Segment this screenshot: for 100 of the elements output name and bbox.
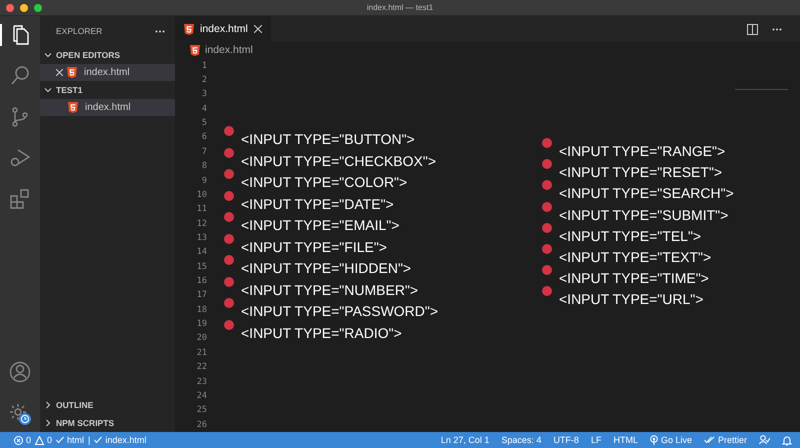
line-number: 18 [196,304,207,317]
editor-tab[interactable]: index.html [175,16,271,42]
line-number: 9 [202,174,207,188]
input-type-label: <INPUT TYPE="TIME"> [559,269,709,288]
chevron-right-icon[interactable] [44,419,52,427]
status-item[interactable]: Prettier [718,435,747,445]
check-icon [94,436,102,444]
file-item[interactable]: index.html [40,64,175,81]
line-number: 1 [202,60,207,73]
bullet-dot [224,148,234,158]
input-type-label: <INPUT TYPE="URL"> [559,290,704,308]
line-number: 11 [196,203,207,216]
input-type-label: <INPUT TYPE="RESET"> [559,163,722,182]
input-type-label: <INPUT TYPE="TEXT"> [559,248,712,266]
html-file-icon [68,102,78,113]
bullet-dot [542,265,552,276]
input-type-label: <INPUT TYPE="RANGE"> [559,142,726,160]
bullet-dot [542,180,552,190]
input-type-label: <INPUT TYPE="CHECKBOX"> [241,152,436,170]
bullet-dot [224,126,234,136]
input-type-label: <INPUT TYPE="RADIO"> [241,324,402,342]
section-header[interactable]: NPM SCRIPTS [40,414,175,432]
zoom-window-button[interactable] [34,4,42,12]
section-header[interactable]: OUTLINE [40,396,175,414]
status-item[interactable]: LF [590,435,602,445]
status-item[interactable]: html [67,435,84,445]
status-item[interactable]: 0 [26,435,32,445]
bullet-dot [542,222,552,233]
line-number: 21 [196,346,207,360]
status-item[interactable]: 0 [47,435,52,445]
bullet-dot [224,298,234,308]
line-number: 7 [202,146,207,159]
explorer-title: EXPLORER [56,26,102,36]
html-file-icon [184,24,194,35]
account-icon[interactable] [9,361,31,383]
close-icon[interactable] [254,25,262,34]
line-number: 2 [202,74,207,88]
close-icon[interactable] [56,69,63,76]
line-number: 5 [202,117,207,130]
line-number: 19 [196,318,207,332]
settings-icon[interactable] [8,402,32,426]
notifications-icon[interactable] [782,434,792,446]
line-number: 10 [196,188,207,202]
minimize-window-button[interactable] [20,4,28,12]
broadcast-icon [650,435,658,445]
input-type-label: <INPUT TYPE="SUBMIT"> [559,206,728,224]
line-number: 6 [202,131,207,144]
bullet-dot [224,255,234,265]
html-file-icon [190,44,200,56]
double-check-icon [704,436,715,444]
line-number: 20 [196,332,207,346]
close-window-button[interactable] [6,4,14,12]
line-number: 12 [196,218,207,231]
chevron-right-icon[interactable] [44,401,52,409]
error-icon [14,436,23,444]
input-type-label: <INPUT TYPE="COLOR"> [241,173,408,191]
input-type-label: <INPUT TYPE="SEARCH"> [559,184,734,202]
status-item[interactable]: index.html [105,435,146,445]
status-item[interactable]: Go Live [660,435,692,445]
feedback-icon[interactable] [759,435,770,445]
chevron-down-icon[interactable] [44,51,52,59]
input-type-label: <INPUT TYPE="PASSWORD"> [241,302,438,320]
bullet-dot [542,138,552,148]
more-actions-icon[interactable] [772,28,782,31]
split-editor-icon[interactable] [747,24,758,35]
bullet-dot [224,234,234,244]
status-item[interactable]: UTF-8 [553,435,579,445]
breadcrumb-item[interactable]: index.html [205,44,253,56]
input-type-label: <INPUT TYPE="FILE"> [241,238,387,256]
run-debug-icon[interactable] [9,147,31,169]
bullet-dot [224,190,234,200]
input-type-label: <INPUT TYPE="BUTTON"> [241,130,415,148]
line-number: 25 [196,404,207,418]
line-number: 16 [196,275,207,288]
line-number: 22 [196,361,207,374]
extensions-icon[interactable] [9,188,31,210]
bullet-dot [224,320,234,330]
file-item[interactable]: index.html [40,99,175,116]
check-icon [56,436,64,444]
status-item[interactable]: HTML [613,435,638,445]
html-file-icon [67,67,77,78]
bullet-dot [224,212,234,222]
status-item[interactable]: Spaces: 4 [501,435,542,445]
line-number: 24 [196,390,207,403]
bullet-dot [542,244,552,254]
warning-icon [35,436,44,444]
status-item[interactable]: | [88,435,90,445]
bullet-dot [224,276,234,286]
search-icon[interactable] [9,65,31,87]
line-number: 23 [196,376,207,389]
bullet-dot [224,169,234,179]
more-actions-icon[interactable] [155,30,165,32]
section-header[interactable]: TEST1 [40,81,175,99]
line-number: 26 [196,418,207,432]
status-item[interactable]: Ln 27, Col 1 [440,435,490,445]
line-number: 15 [196,260,207,274]
section-header[interactable]: OPEN EDITORS [40,46,175,64]
chevron-down-icon[interactable] [44,86,52,94]
window-title: index.html — test1 [366,2,434,12]
line-number: 13 [196,232,207,245]
